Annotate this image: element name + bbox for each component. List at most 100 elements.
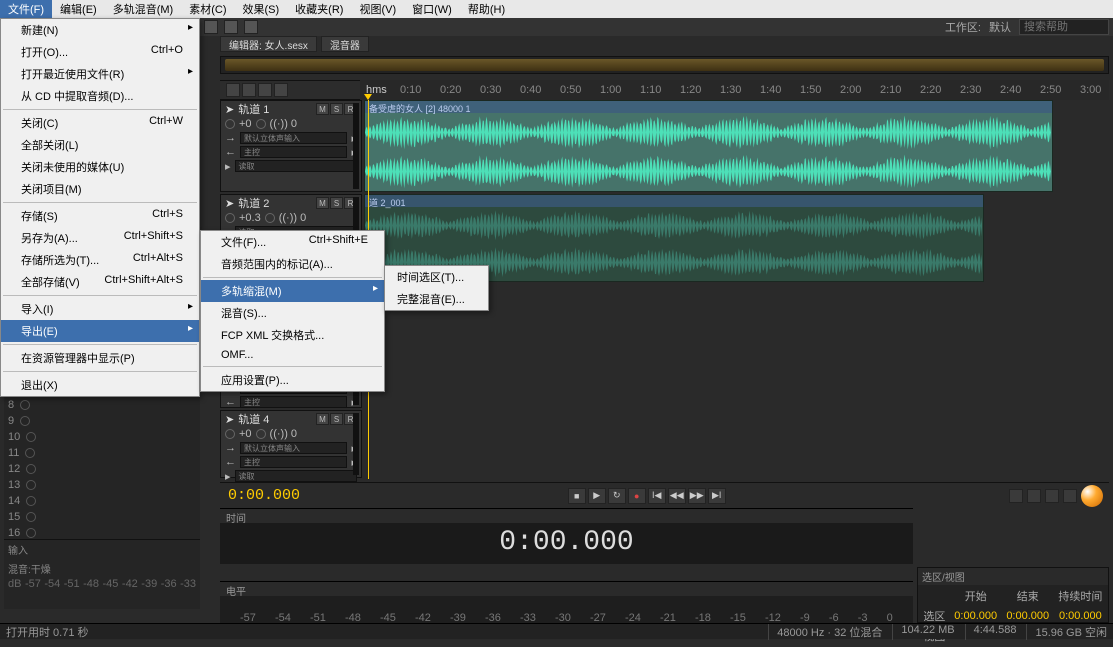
power-icon[interactable]: [26, 480, 36, 490]
pan-knob-icon[interactable]: [265, 213, 275, 223]
menu-view[interactable]: 视图(V): [351, 0, 404, 19]
effect-slot[interactable]: 13: [4, 477, 200, 493]
output-slot[interactable]: 主控: [240, 456, 347, 468]
menu-item[interactable]: 关闭项目(M): [1, 178, 199, 200]
input-slot[interactable]: 默认立体声输入: [240, 442, 347, 454]
track-m-button[interactable]: M: [316, 103, 329, 115]
sends-toggle-icon[interactable]: [242, 83, 256, 97]
volume-knob-icon[interactable]: [225, 119, 235, 129]
menu-item[interactable]: 完整混音(E)...: [385, 288, 488, 310]
zoom-in-icon[interactable]: [1009, 489, 1023, 503]
menu-item[interactable]: 全部存储(V)Ctrl+Shift+Alt+S: [1, 271, 199, 293]
time-ruler[interactable]: hms0:100:200:300:400:501:001:101:201:301…: [360, 80, 1109, 100]
stop-button[interactable]: ■: [568, 488, 586, 504]
menu-file[interactable]: 文件(F): [0, 0, 52, 19]
loop-button[interactable]: ↻: [608, 488, 626, 504]
ripple-icon[interactable]: [274, 83, 288, 97]
menu-item[interactable]: 多轨缩混(M): [201, 280, 384, 302]
menu-item[interactable]: FCP XML 交换格式...: [201, 324, 384, 346]
menu-item[interactable]: 音频范围内的标记(A)...: [201, 253, 384, 275]
tab-session[interactable]: 编辑器: 女人.sesx: [220, 36, 317, 52]
menu-clip[interactable]: 素材(C): [181, 0, 234, 19]
zoom-out-icon[interactable]: [1027, 489, 1041, 503]
menu-effects[interactable]: 效果(S): [235, 0, 288, 19]
menu-item[interactable]: 导入(I): [1, 298, 199, 320]
read-mode-slot[interactable]: 读取: [235, 470, 357, 482]
menu-item[interactable]: 新建(N): [1, 19, 199, 41]
power-icon[interactable]: [26, 512, 36, 522]
menu-window[interactable]: 窗口(W): [404, 0, 460, 19]
multitrack-mode-icon[interactable]: [224, 20, 238, 34]
menu-item[interactable]: 全部关闭(L): [1, 134, 199, 156]
fx-toggle-icon[interactable]: [226, 83, 240, 97]
effect-slot[interactable]: 9: [4, 413, 200, 429]
play-button[interactable]: ▶: [588, 488, 606, 504]
output-slot[interactable]: 主控: [240, 146, 347, 158]
zoom-full-icon[interactable]: [1045, 489, 1059, 503]
menu-item[interactable]: 在资源管理器中显示(P): [1, 347, 199, 369]
waveform-mode-icon[interactable]: [204, 20, 218, 34]
power-icon[interactable]: [26, 496, 36, 506]
effect-slot[interactable]: 12: [4, 461, 200, 477]
editor-tabs: 编辑器: 女人.sesx 混音器: [220, 36, 1109, 52]
track-s-button[interactable]: S: [330, 413, 343, 425]
track-s-button[interactable]: S: [330, 197, 343, 209]
power-icon[interactable]: [20, 400, 30, 410]
audio-clip-1[interactable]: 备受虐的女人 [2] 48000 1: [364, 100, 1053, 192]
menu-item[interactable]: 导出(E): [1, 320, 199, 342]
menu-item[interactable]: 文件(F)...Ctrl+Shift+E: [201, 231, 384, 253]
menu-item[interactable]: 应用设置(P)...: [201, 369, 384, 391]
menu-item[interactable]: 时间选区(T)...: [385, 266, 488, 288]
output-slot[interactable]: 主控: [240, 396, 347, 408]
power-icon[interactable]: [26, 464, 36, 474]
menu-item[interactable]: 打开最近使用文件(R): [1, 63, 199, 85]
menu-item[interactable]: 打开(O)...Ctrl+O: [1, 41, 199, 63]
menu-favorites[interactable]: 收藏夹(R): [287, 0, 351, 19]
menu-help[interactable]: 帮助(H): [460, 0, 513, 19]
menu-edit[interactable]: 编辑(E): [52, 0, 105, 19]
menu-item[interactable]: 关闭(C)Ctrl+W: [1, 112, 199, 134]
menu-multitrack[interactable]: 多轨混音(M): [105, 0, 182, 19]
zoom-sel-icon[interactable]: [1063, 489, 1077, 503]
track-m-button[interactable]: M: [316, 413, 329, 425]
power-icon[interactable]: [26, 432, 36, 442]
pan-knob-icon[interactable]: [256, 429, 266, 439]
pan-knob-icon[interactable]: [256, 119, 266, 129]
menu-item[interactable]: 另存为(A)...Ctrl+Shift+S: [1, 227, 199, 249]
record-button[interactable]: ●: [628, 488, 646, 504]
menu-item[interactable]: 存储(S)Ctrl+S: [1, 205, 199, 227]
menu-item[interactable]: OMF...: [201, 346, 384, 364]
snap-icon[interactable]: [258, 83, 272, 97]
skip-back-button[interactable]: I◀: [648, 488, 666, 504]
effect-slot[interactable]: 11: [4, 445, 200, 461]
tool-icon[interactable]: [244, 20, 258, 34]
power-icon[interactable]: [20, 416, 30, 426]
forward-button[interactable]: ▶▶: [688, 488, 706, 504]
menu-item[interactable]: 存储所选为(T)...Ctrl+Alt+S: [1, 249, 199, 271]
menu-item[interactable]: 退出(X): [1, 374, 199, 396]
read-mode-slot[interactable]: 读取: [235, 160, 357, 172]
effect-slot[interactable]: 14: [4, 493, 200, 509]
search-input[interactable]: [1019, 19, 1109, 35]
track-m-button[interactable]: M: [316, 197, 329, 209]
power-icon[interactable]: [26, 528, 36, 538]
volume-knob-icon[interactable]: [225, 429, 235, 439]
menu-item[interactable]: 从 CD 中提取音频(D)...: [1, 85, 199, 107]
effect-slot[interactable]: 10: [4, 429, 200, 445]
track-header-4[interactable]: ➤轨道 4MSR+0((·)) 0→默认立体声输入▸←主控▸▸读取: [220, 410, 362, 478]
menu-item[interactable]: 混音(S)...: [201, 302, 384, 324]
track-s-button[interactable]: S: [330, 103, 343, 115]
skip-fwd-button[interactable]: ▶I: [708, 488, 726, 504]
workspace-value[interactable]: 默认: [989, 19, 1011, 35]
menu-item[interactable]: 关闭未使用的媒体(U): [1, 156, 199, 178]
tab-mixer[interactable]: 混音器: [321, 36, 369, 52]
overview-strip[interactable]: [220, 56, 1109, 74]
volume-knob-icon[interactable]: [225, 213, 235, 223]
effect-slot[interactable]: 15: [4, 509, 200, 525]
jog-wheel-icon[interactable]: [1081, 485, 1103, 507]
rewind-button[interactable]: ◀◀: [668, 488, 686, 504]
effect-slot[interactable]: 8: [4, 397, 200, 413]
track-header-1[interactable]: ➤轨道 1MSR+0((·)) 0→默认立体声输入▸←主控▸▸读取: [220, 100, 362, 192]
input-slot[interactable]: 默认立体声输入: [240, 132, 347, 144]
power-icon[interactable]: [25, 448, 35, 458]
